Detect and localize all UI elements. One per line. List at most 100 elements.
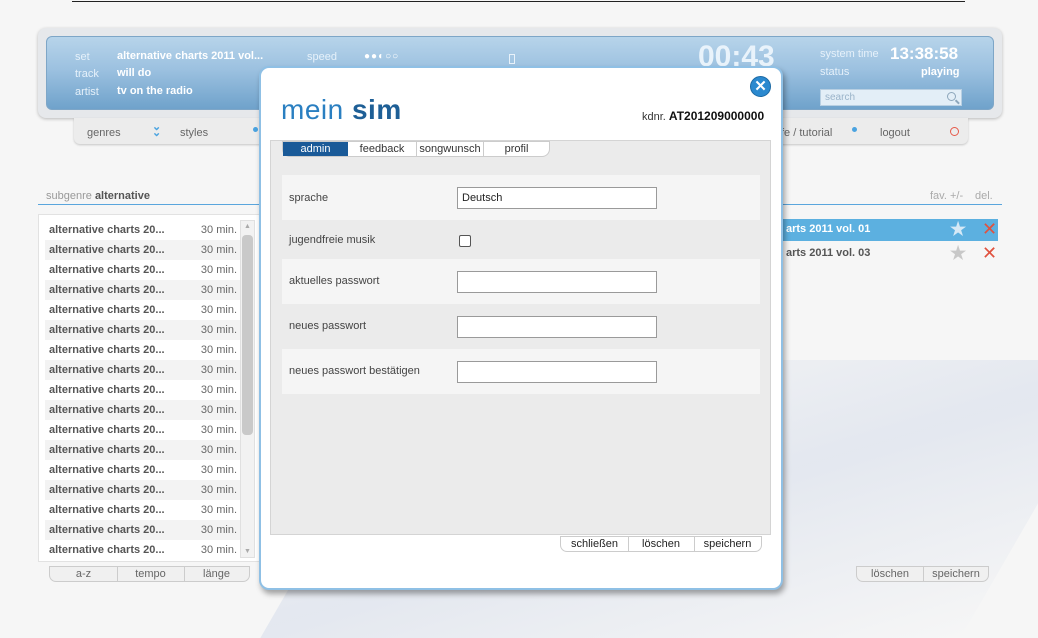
list-item[interactable]: alternative charts 20... 30 min.	[45, 260, 241, 280]
sort-length-button[interactable]: länge	[184, 568, 249, 580]
tab-feedback[interactable]: feedback	[348, 142, 416, 156]
list-item[interactable]: alternative charts 20... 30 min.	[45, 340, 241, 360]
confirm-password-label: neues passwort bestätigen	[289, 365, 420, 377]
dialog-logo: mein sim	[281, 94, 402, 126]
new-password-row: neues passwort	[282, 304, 760, 349]
list-item-title: alternative charts 20...	[49, 524, 165, 536]
track-value: will do	[117, 67, 152, 79]
youth-music-label: jugendfreie musik	[289, 234, 376, 246]
tab-admin[interactable]: admin	[283, 142, 348, 156]
list-item-title: alternative charts 20...	[49, 364, 165, 376]
sort-tempo-button[interactable]: tempo	[117, 568, 184, 580]
chevron-down-icon[interactable]: ⌄ ⌄	[152, 122, 161, 139]
confirm-password-row: neues passwort bestätigen	[282, 349, 760, 394]
list-item[interactable]: alternative charts 20... 30 min.	[45, 380, 241, 400]
list-item-title: alternative charts 20...	[49, 264, 165, 276]
list-item-title: alternative charts 20...	[49, 344, 165, 356]
search-input[interactable]: search	[820, 89, 962, 106]
list-item[interactable]: alternative charts 20... 30 min.	[45, 440, 241, 460]
list-item-duration: 30 min.	[200, 384, 237, 396]
search-icon[interactable]	[947, 92, 956, 101]
list-item[interactable]: alternative charts 20... 30 min.	[45, 360, 241, 380]
new-password-field[interactable]	[457, 316, 657, 338]
delete-icon[interactable]: ✕	[982, 243, 997, 264]
list-item-duration: 30 min.	[200, 304, 237, 316]
list-item-duration: 30 min.	[200, 424, 237, 436]
list-item[interactable]: alternative charts 20... 30 min.	[45, 320, 241, 340]
list-item-duration: 30 min.	[200, 284, 237, 296]
favorites-delete-button[interactable]: löschen	[857, 568, 923, 580]
save-button[interactable]: speichern	[694, 538, 761, 550]
star-icon[interactable]: ★	[950, 243, 966, 264]
favorites-save-button[interactable]: speichern	[923, 568, 989, 580]
list-item-title: alternative charts 20...	[49, 484, 165, 496]
list-item-title: alternative charts 20...	[49, 304, 165, 316]
list-item[interactable]: alternative charts 20... 30 min.	[45, 460, 241, 480]
list-scrollbar[interactable]: ▲ ▼	[240, 220, 255, 558]
subgenre-value: alternative	[94, 190, 150, 202]
current-password-field[interactable]	[457, 271, 657, 293]
list-item[interactable]: alternative charts 20... 30 min.	[45, 420, 241, 440]
list-item-duration: 30 min.	[200, 364, 237, 376]
list-item[interactable]: alternative charts 20... 30 min.	[45, 540, 241, 560]
system-time-label: system time	[820, 48, 879, 60]
list-item-title: alternative charts 20...	[49, 464, 165, 476]
list-item-title: alternative charts 20...	[49, 424, 165, 436]
customer-number: kdnr. AT201209000000	[642, 109, 764, 123]
list-item-duration: 30 min.	[200, 524, 237, 536]
tab-songwunsch[interactable]: songwunsch	[417, 142, 483, 156]
top-divider	[72, 1, 965, 2]
power-icon[interactable]	[950, 127, 959, 136]
del-column-label: del.	[975, 190, 993, 202]
set-value: alternative charts 2011 vol...	[117, 50, 264, 62]
sort-az-button[interactable]: a-z	[50, 568, 117, 580]
artist-label: artist	[75, 86, 99, 98]
list-item-duration: 30 min.	[200, 544, 237, 556]
nav-logout[interactable]: logout	[880, 127, 910, 139]
nav-dot-icon	[253, 127, 258, 132]
list-item-duration: 30 min.	[200, 344, 237, 356]
language-field[interactable]	[457, 187, 657, 209]
left-divider	[38, 204, 260, 205]
list-item[interactable]: alternative charts 20... 30 min.	[45, 500, 241, 520]
delete-button[interactable]: löschen	[628, 538, 694, 550]
current-password-label: aktuelles passwort	[289, 275, 380, 287]
list-item-duration: 30 min.	[200, 504, 237, 516]
list-item[interactable]: alternative charts 20... 30 min.	[45, 520, 241, 540]
nav-styles[interactable]: styles	[180, 127, 208, 139]
list-item-duration: 30 min.	[200, 444, 237, 456]
scroll-up-icon[interactable]: ▲	[244, 223, 251, 230]
nav-genres[interactable]: genres	[87, 127, 121, 139]
list-item-title: alternative charts 20...	[49, 504, 165, 516]
list-item[interactable]: alternative charts 20... 30 min.	[45, 480, 241, 500]
list-item[interactable]: alternative charts 20... 30 min.	[45, 240, 241, 260]
list-item-duration: 30 min.	[200, 264, 237, 276]
nav-dot-icon	[852, 127, 857, 132]
list-item-title: alternative charts 20...	[49, 544, 165, 556]
sort-button-group: a-z tempo länge	[49, 566, 250, 582]
scroll-thumb[interactable]	[242, 235, 253, 435]
logo-bold: sim	[351, 94, 402, 125]
list-item[interactable]: alternative charts 20... 30 min.	[45, 280, 241, 300]
list-item[interactable]: alternative charts 20... 30 min.	[45, 300, 241, 320]
status-value: playing	[921, 66, 960, 78]
status-label: status	[820, 66, 850, 78]
list-item-duration: 30 min.	[200, 404, 237, 416]
star-icon[interactable]: ★	[950, 219, 966, 240]
close-button[interactable]: schließen	[561, 538, 628, 550]
tab-profil[interactable]: profil	[484, 142, 549, 156]
list-item[interactable]: alternative charts 20... 30 min.	[45, 220, 241, 240]
youth-music-row: jugendfreie musik	[282, 220, 760, 259]
list-item-title: alternative charts 20...	[49, 384, 165, 396]
speed-indicator[interactable]: ●●◐○○	[364, 51, 399, 62]
scroll-down-icon[interactable]: ▼	[244, 548, 251, 555]
set-list: alternative charts 20... 30 min. alternat…	[38, 214, 260, 562]
close-icon[interactable]: ✕	[750, 76, 771, 97]
current-password-row: aktuelles passwort	[282, 259, 760, 304]
confirm-password-field[interactable]	[457, 361, 657, 383]
favorite-row[interactable]: arts 2011 vol. 03 ★ ✕	[780, 243, 998, 265]
delete-icon[interactable]: ✕	[982, 219, 997, 240]
youth-music-checkbox[interactable]	[459, 235, 471, 247]
favorite-row[interactable]: arts 2011 vol. 01 ★ ✕	[780, 219, 998, 241]
list-item[interactable]: alternative charts 20... 30 min.	[45, 400, 241, 420]
